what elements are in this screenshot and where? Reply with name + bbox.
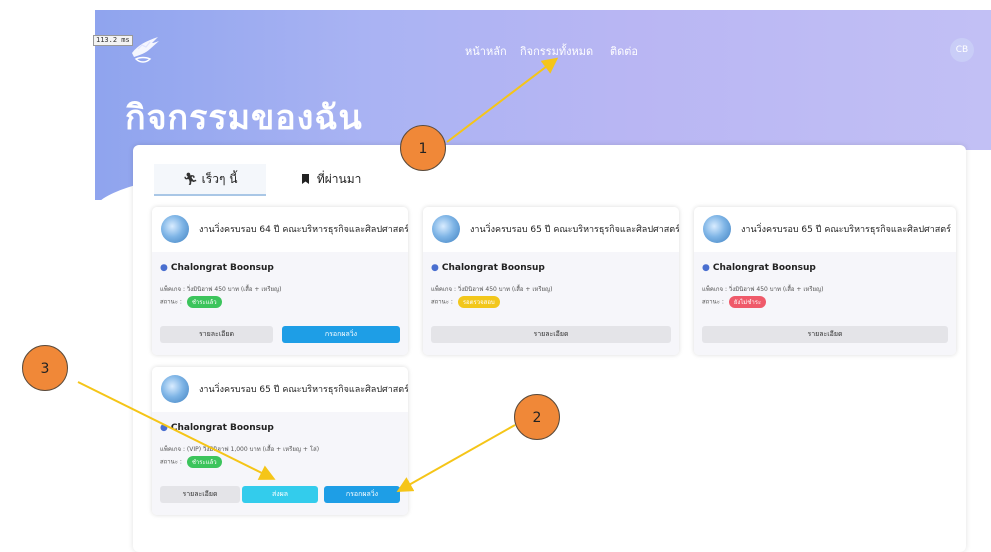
annotation-marker-2: 2 — [514, 394, 560, 440]
arrow-3 — [77, 381, 276, 480]
annotation-marker-3: 3 — [22, 345, 68, 391]
annotation-arrows — [77, 57, 559, 492]
page: 113.2 ms หน้าหลัก กิจกรรมทั้งหมด ติดต่อ … — [0, 0, 991, 552]
arrow-1 — [446, 57, 559, 143]
annotation-marker-1: 1 — [400, 125, 446, 171]
arrow-2 — [396, 424, 516, 492]
